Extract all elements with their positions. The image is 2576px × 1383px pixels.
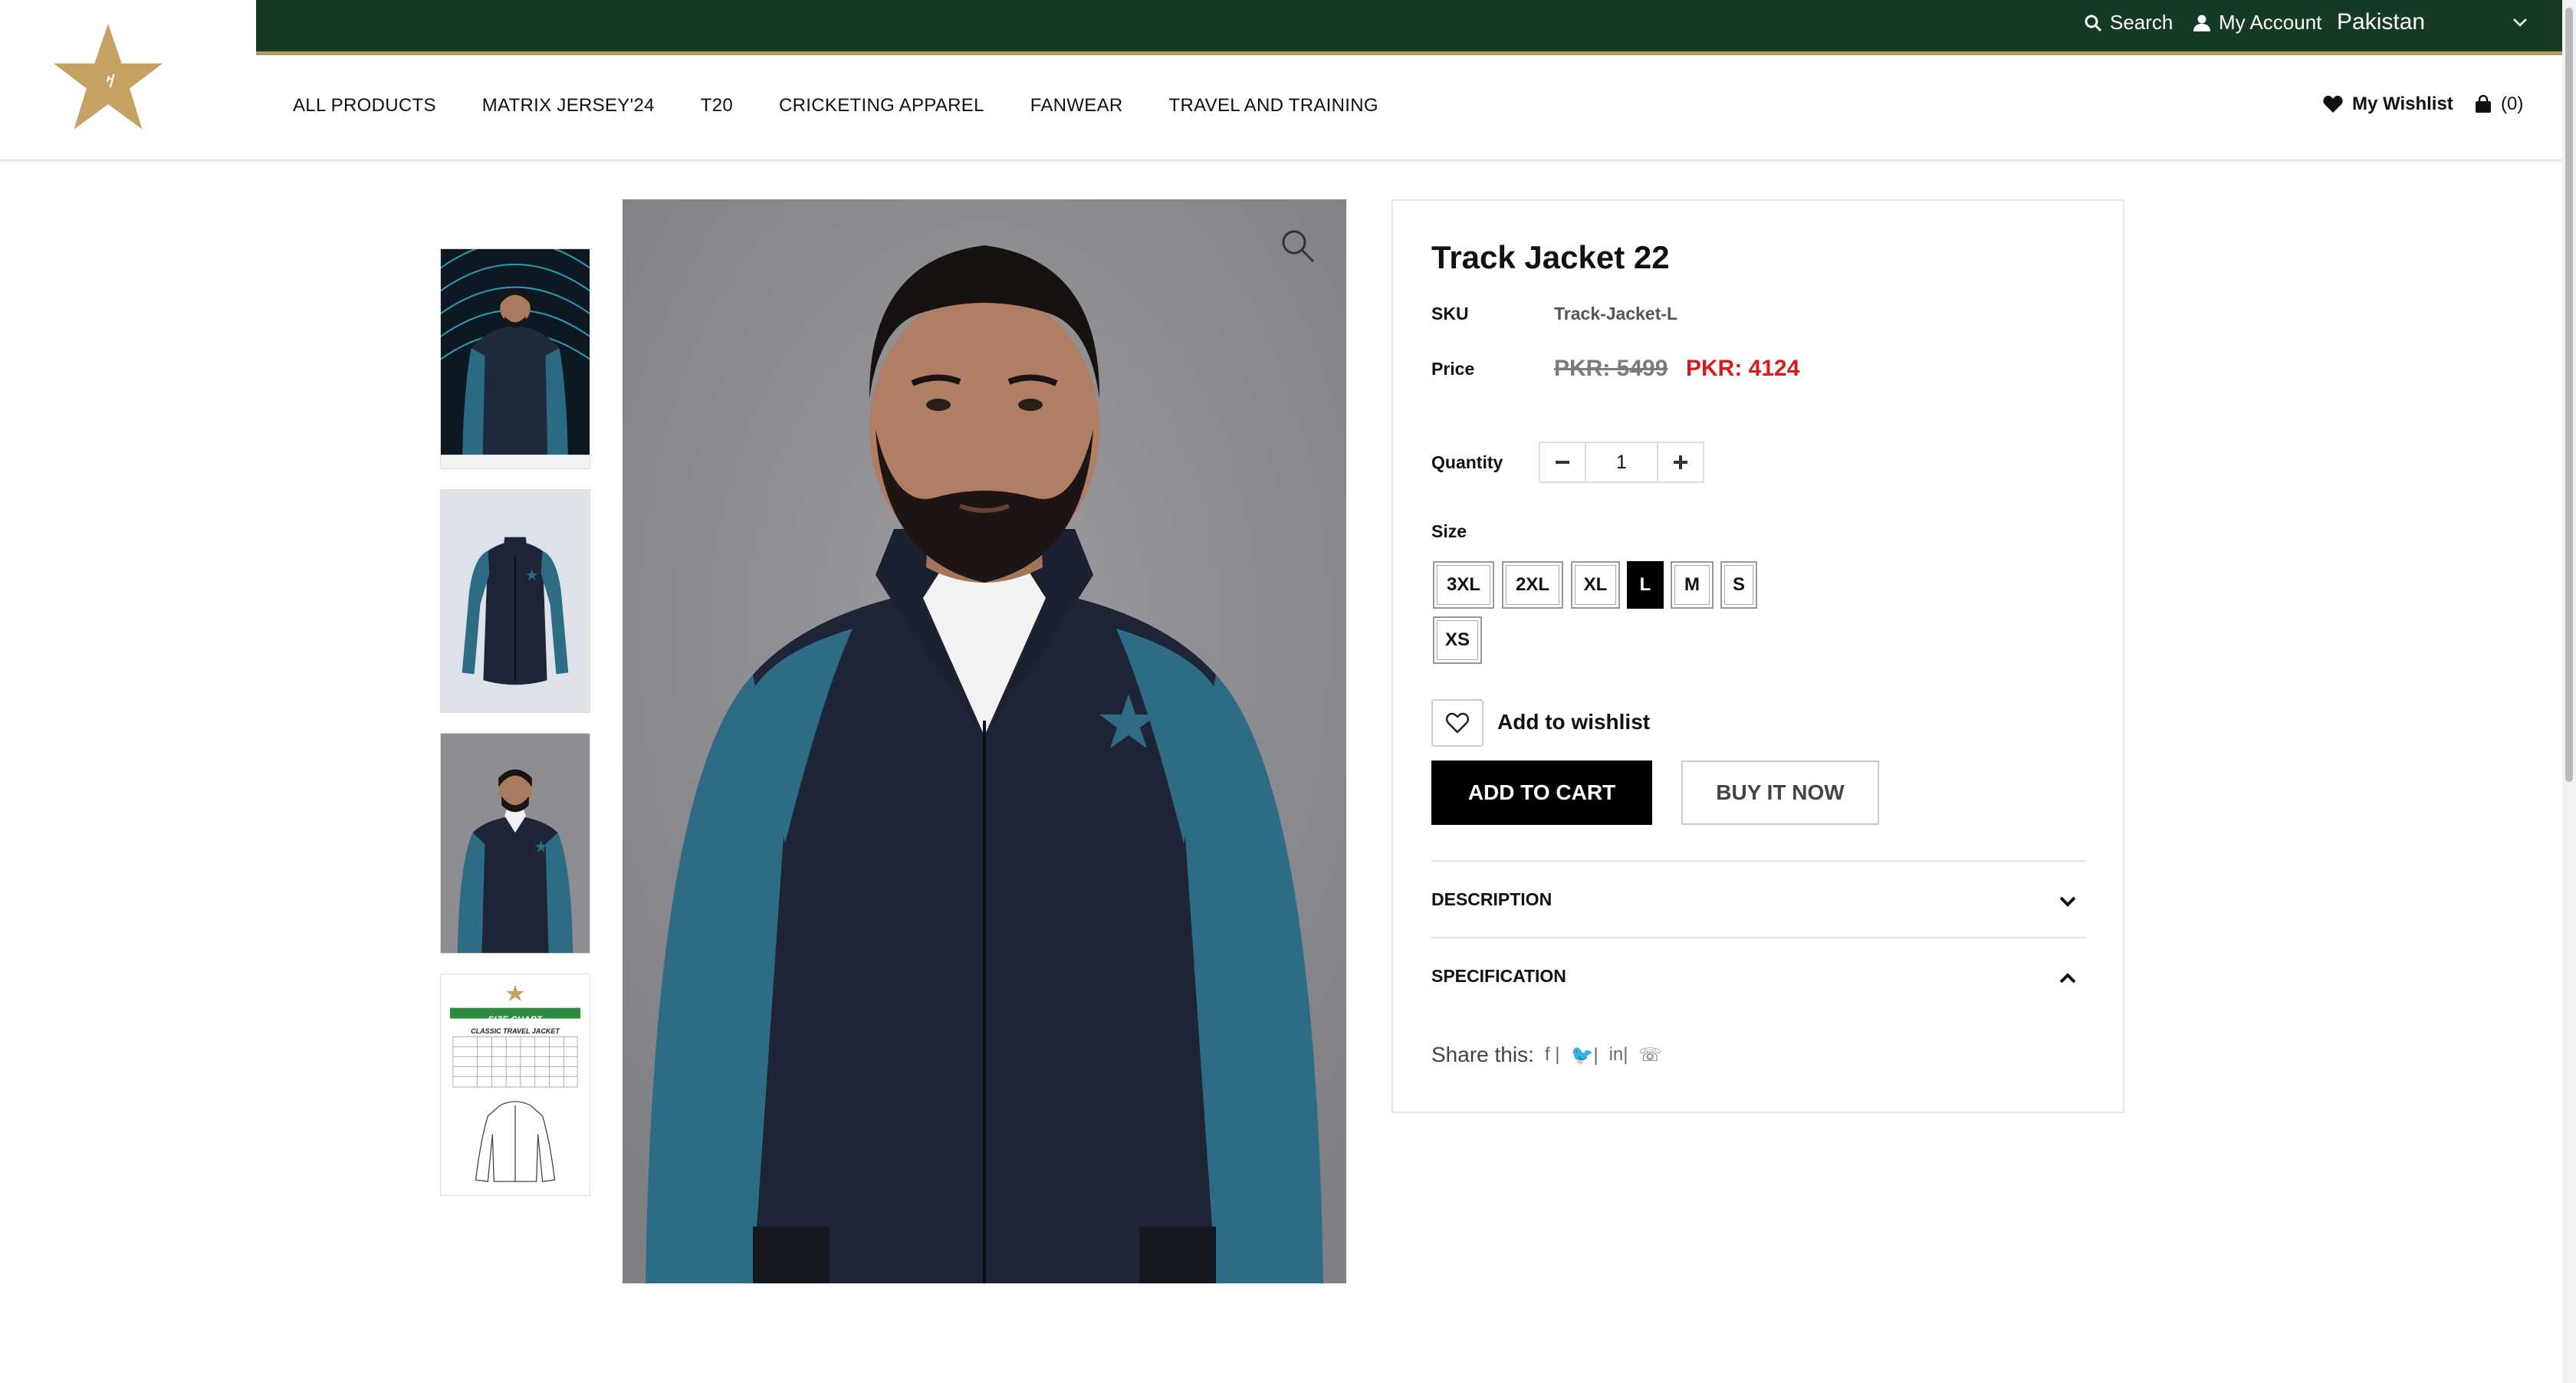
thumbnail-image-3 bbox=[441, 734, 590, 953]
country-select[interactable]: Pakistan bbox=[2337, 9, 2528, 35]
chevron-up-icon[interactable] bbox=[2057, 967, 2078, 989]
sku-label: SKU bbox=[1431, 304, 1469, 324]
add-to-wishlist-button[interactable] bbox=[1431, 699, 1484, 747]
thumbnail-1[interactable] bbox=[440, 248, 590, 469]
nav-all-products[interactable]: ALL PRODUCTS bbox=[293, 95, 436, 117]
quantity-decrease-button[interactable] bbox=[1540, 443, 1585, 481]
nav-travel-training[interactable]: TRAVEL AND TRAINING bbox=[1169, 95, 1378, 117]
nav-matrix-jersey[interactable]: MATRIX JERSEY'24 bbox=[482, 95, 655, 117]
search-label: Search bbox=[2110, 11, 2174, 34]
size-label: Size bbox=[1431, 521, 1467, 541]
wishlist-link[interactable]: My Wishlist bbox=[2323, 94, 2453, 115]
size-option-xs[interactable]: XS bbox=[1433, 616, 1482, 664]
main-product-image[interactable] bbox=[623, 199, 1346, 1283]
page-scrollbar[interactable] bbox=[2562, 0, 2576, 1383]
user-icon bbox=[2193, 15, 2210, 31]
thumbnail-image-2 bbox=[441, 490, 590, 712]
sku-value: Track-Jacket-L bbox=[1554, 304, 1678, 324]
nav-cricketing-apparel[interactable]: CRICKETING APPAREL bbox=[779, 95, 984, 117]
linkedin-icon[interactable]: in| bbox=[1609, 1044, 1628, 1066]
size-option-xl[interactable]: XL bbox=[1571, 561, 1620, 609]
description-accordion[interactable]: DESCRIPTION bbox=[1431, 889, 1552, 910]
cart-count: (0) bbox=[2501, 94, 2524, 114]
cart-link[interactable]: (0) bbox=[2475, 94, 2523, 115]
thumbnail-2[interactable] bbox=[440, 489, 590, 713]
shopping-bag-icon bbox=[2476, 95, 2491, 113]
heart-icon bbox=[2323, 95, 2343, 113]
twitter-icon[interactable]: 🐦| bbox=[1570, 1044, 1598, 1066]
share-bar: Share this: f | 🐦| in| ☏ bbox=[1431, 1043, 1662, 1067]
my-account-link[interactable]: My Account bbox=[2193, 11, 2321, 34]
quantity-label: Quantity bbox=[1431, 452, 1503, 472]
chevron-down-icon[interactable] bbox=[2057, 891, 2078, 912]
quantity-input[interactable]: 1 bbox=[1585, 443, 1658, 481]
search-link[interactable]: Search bbox=[2084, 11, 2173, 34]
thumbnail-image-1 bbox=[441, 249, 590, 468]
price-label: Price bbox=[1431, 359, 1475, 379]
size-chart-title: SIZE CHART bbox=[488, 1015, 543, 1024]
scrollbar-thumb[interactable] bbox=[2565, 8, 2573, 782]
add-to-wishlist-label[interactable]: Add to wishlist bbox=[1497, 710, 1650, 734]
accordion-divider bbox=[1431, 860, 2086, 862]
whatsapp-icon[interactable]: ☏ bbox=[1638, 1044, 1661, 1066]
minus-icon bbox=[1556, 461, 1569, 464]
size-option-l-selected[interactable]: L bbox=[1627, 561, 1664, 609]
thumbnail-4-size-chart[interactable] bbox=[440, 974, 590, 1196]
share-label: Share this: bbox=[1431, 1043, 1534, 1066]
accordion-divider bbox=[1431, 937, 2086, 938]
thumbnail-3[interactable] bbox=[440, 733, 590, 954]
size-chart-subtitle: CLASSIC TRAVEL JACKET bbox=[471, 1027, 560, 1035]
product-title: Track Jacket 22 bbox=[1431, 239, 1670, 275]
account-label: My Account bbox=[2219, 11, 2322, 34]
size-option-s[interactable]: S bbox=[1720, 561, 1757, 609]
main-nav: ALL PRODUCTS MATRIX JERSEY'24 T20 CRICKE… bbox=[293, 95, 1378, 117]
top-bar: Search My Account Pakistan bbox=[256, 0, 2562, 55]
specification-accordion[interactable]: SPECIFICATION bbox=[1431, 966, 1566, 987]
size-option-m[interactable]: M bbox=[1671, 561, 1714, 609]
header-divider bbox=[0, 159, 2562, 161]
search-icon bbox=[2085, 15, 2102, 31]
size-option-2xl[interactable]: 2XL bbox=[1502, 561, 1563, 609]
quantity-stepper: 1 bbox=[1539, 442, 1704, 483]
nav-t20[interactable]: T20 bbox=[701, 95, 733, 117]
product-photo bbox=[623, 199, 1346, 1283]
heart-outline-icon bbox=[1446, 712, 1469, 734]
original-price: PKR: 5499 bbox=[1554, 356, 1668, 381]
nav-fanwear[interactable]: FANWEAR bbox=[1030, 95, 1123, 117]
quantity-increase-button[interactable] bbox=[1658, 443, 1703, 481]
wishlist-label: My Wishlist bbox=[2352, 94, 2453, 114]
size-option-3xl[interactable]: 3XL bbox=[1433, 561, 1494, 609]
chevron-down-icon bbox=[2513, 18, 2527, 27]
zoom-icon[interactable] bbox=[1280, 228, 1316, 264]
country-value: Pakistan bbox=[2337, 9, 2426, 34]
pcb-logo-star[interactable]: ߞ bbox=[51, 21, 166, 135]
sale-price: PKR: 4124 bbox=[1686, 356, 1800, 381]
plus-icon bbox=[1674, 455, 1687, 469]
add-to-cart-button[interactable]: ADD TO CART bbox=[1431, 760, 1652, 825]
size-chart-image bbox=[441, 974, 590, 1195]
buy-now-button[interactable]: BUY IT NOW bbox=[1681, 760, 1879, 825]
facebook-icon[interactable]: f | bbox=[1545, 1044, 1560, 1066]
